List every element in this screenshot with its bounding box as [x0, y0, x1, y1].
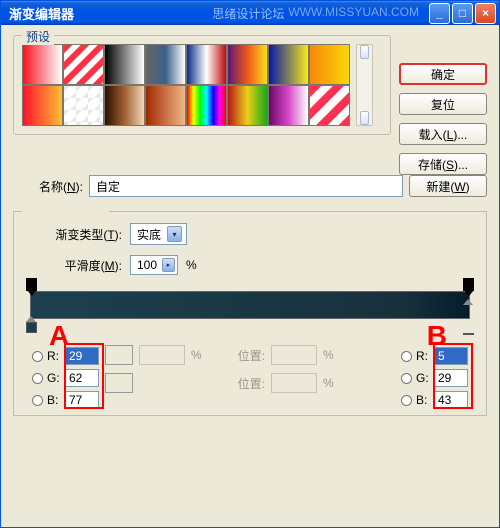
- close-button[interactable]: ×: [475, 3, 496, 24]
- gradient-settings: 渐变类型(T): 实底 ▾ 平滑度(M): 100 ▸ % A B: [13, 211, 487, 416]
- pct-label: %: [186, 258, 197, 272]
- smooth-label: 平滑度(M):: [22, 257, 122, 274]
- g-radio-b[interactable]: [401, 373, 412, 384]
- gradient-bar[interactable]: A B: [30, 291, 470, 319]
- ok-button[interactable]: 确定: [399, 63, 487, 85]
- b-radio-a[interactable]: [32, 395, 43, 406]
- watermark: 思绪设计论坛 WWW.MISSYUAN.COM: [212, 5, 419, 22]
- gradtype-label: 渐变类型(T):: [22, 226, 122, 243]
- color-stop-right[interactable]: [463, 305, 474, 333]
- name-label: 名称(N):: [13, 178, 83, 195]
- preset-swatch[interactable]: [186, 85, 227, 126]
- gradtype-select[interactable]: 实底 ▾: [130, 223, 187, 245]
- chevron-right-icon: ▸: [162, 258, 175, 272]
- pos-label-1: 位置:: [238, 347, 265, 364]
- preset-swatch[interactable]: [145, 85, 186, 126]
- name-input[interactable]: [89, 175, 403, 197]
- pos-label-2: 位置:: [238, 375, 265, 392]
- preset-swatch[interactable]: [227, 85, 268, 126]
- rgb-right: R:5 G:29 B:43: [401, 345, 468, 411]
- maximize-button[interactable]: □: [452, 3, 473, 24]
- r-radio-a[interactable]: [32, 351, 43, 362]
- preset-swatch[interactable]: [309, 85, 350, 126]
- highlight-box-a: [64, 343, 104, 409]
- titlebar[interactable]: 渐变编辑器 思绪设计论坛 WWW.MISSYUAN.COM _ □ ×: [1, 1, 499, 25]
- window-title: 渐变编辑器: [9, 4, 74, 23]
- preset-swatch[interactable]: [186, 44, 227, 85]
- chevron-down-icon: ▾: [167, 226, 182, 242]
- highlight-box-b: [433, 343, 473, 409]
- smooth-input[interactable]: 100 ▸: [130, 255, 178, 275]
- pos-field-1: [271, 345, 317, 365]
- preset-swatch[interactable]: [145, 44, 186, 85]
- r-radio-b[interactable]: [401, 351, 412, 362]
- preset-swatches: [22, 44, 352, 126]
- gradient-editor-window: 渐变编辑器 思绪设计论坛 WWW.MISSYUAN.COM _ □ × 预设: [0, 0, 500, 528]
- presets-fieldset: 预设: [13, 35, 391, 135]
- preset-swatch[interactable]: [63, 85, 104, 126]
- preset-swatch[interactable]: [104, 85, 145, 126]
- opacity-stop-right[interactable]: [463, 278, 474, 291]
- preset-swatch[interactable]: [63, 44, 104, 85]
- reset-button[interactable]: 复位: [399, 93, 487, 115]
- b-radio-b[interactable]: [401, 395, 412, 406]
- preset-swatch[interactable]: [22, 85, 63, 126]
- color-stop-left[interactable]: [26, 322, 37, 333]
- preset-swatch[interactable]: [309, 44, 350, 85]
- preset-swatch[interactable]: [104, 44, 145, 85]
- preset-scrollbar[interactable]: [356, 44, 373, 126]
- g-radio-a[interactable]: [32, 373, 43, 384]
- presets-legend: 预设: [22, 28, 54, 45]
- load-button[interactable]: 载入(L)...: [399, 123, 487, 145]
- minimize-button[interactable]: _: [429, 3, 450, 24]
- preset-swatch[interactable]: [22, 44, 63, 85]
- save-button[interactable]: 存储(S)...: [399, 153, 487, 175]
- preset-swatch[interactable]: [227, 44, 268, 85]
- color-swatch-2[interactable]: [105, 373, 133, 393]
- new-button[interactable]: 新建(W): [409, 175, 487, 197]
- opacity-field: [139, 345, 185, 365]
- preset-swatch[interactable]: [268, 85, 309, 126]
- pos-field-2: [271, 373, 317, 393]
- opacity-stop-left[interactable]: [26, 278, 37, 291]
- color-swatch[interactable]: [105, 345, 133, 365]
- rgb-left: R:29 G:62 B:77: [32, 345, 99, 411]
- preset-swatch[interactable]: [268, 44, 309, 85]
